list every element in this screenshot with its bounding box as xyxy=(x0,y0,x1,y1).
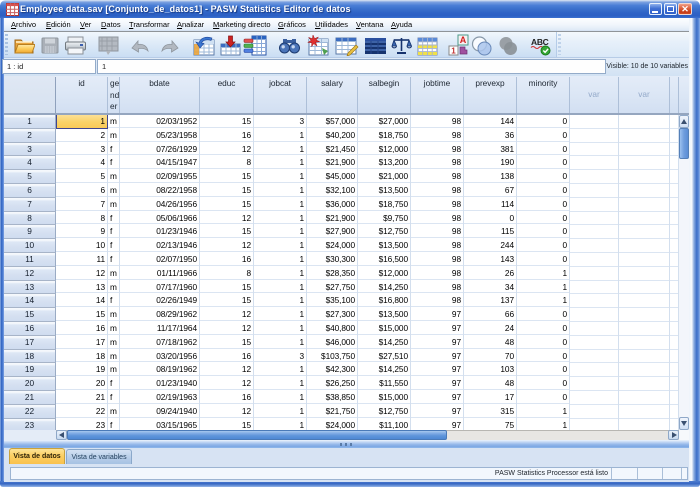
svg-text:ABC: ABC xyxy=(531,37,549,47)
svg-text:1: 1 xyxy=(451,47,456,56)
svg-text:A: A xyxy=(460,35,467,45)
